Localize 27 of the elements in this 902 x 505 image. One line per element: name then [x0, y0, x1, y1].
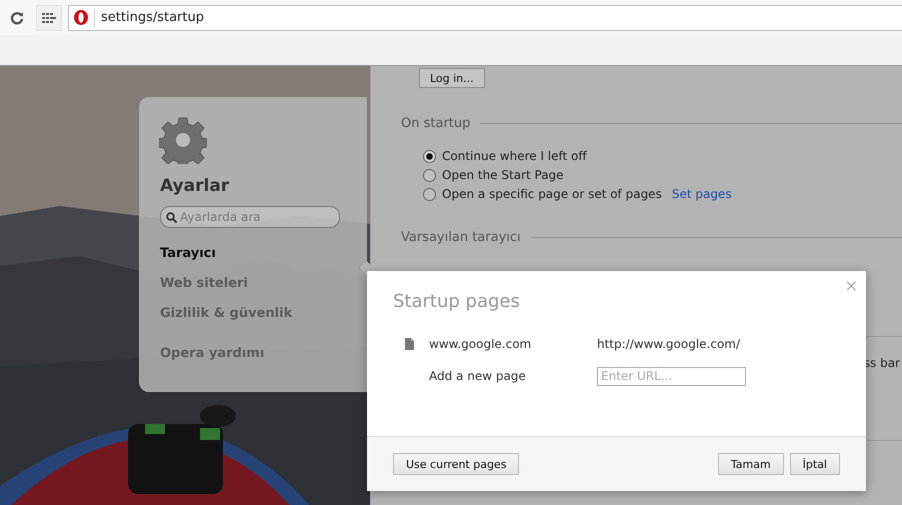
radio-button[interactable]: [423, 168, 436, 182]
search-field[interactable]: Ayarlarda ara: [160, 206, 340, 228]
url-input-field[interactable]: Enter URL...: [597, 366, 746, 386]
opera-logo-icon: [74, 10, 88, 25]
log-in-button[interactable]: Log in...: [419, 68, 485, 88]
cancel-button[interactable]: İptal: [790, 453, 840, 475]
settings-title: Ayarlar: [160, 176, 230, 196]
set-pages-link[interactable]: Set pages: [672, 187, 732, 201]
page-url: http://www.google.com/: [597, 337, 740, 351]
page-icon: [405, 338, 414, 350]
address-bar[interactable]: settings/startup: [68, 4, 902, 30]
section-heading: On startup: [401, 116, 470, 131]
section-heading: Varsayılan tarayıcı: [401, 230, 521, 245]
dialog-title: Startup pages: [393, 291, 521, 312]
search-icon: [166, 212, 177, 223]
radio-label: Open the Start Page: [442, 168, 564, 182]
radio-button[interactable]: [423, 150, 436, 162]
radio-label: Continue where I left off: [442, 149, 587, 163]
sidebar-item[interactable]: Tarayıcı: [160, 246, 346, 276]
use-current-pages-button[interactable]: Use current pages: [393, 453, 520, 475]
speed-dial-icon[interactable]: [36, 4, 62, 30]
add-page-label: Add a new page: [429, 369, 527, 383]
radio-label: Open a specific page or set of pages: [442, 187, 662, 201]
radio-button[interactable]: [423, 188, 436, 200]
ok-button[interactable]: Tamam: [718, 453, 784, 475]
page-name: www.google.com: [429, 337, 532, 351]
settings-icon: [159, 116, 207, 164]
